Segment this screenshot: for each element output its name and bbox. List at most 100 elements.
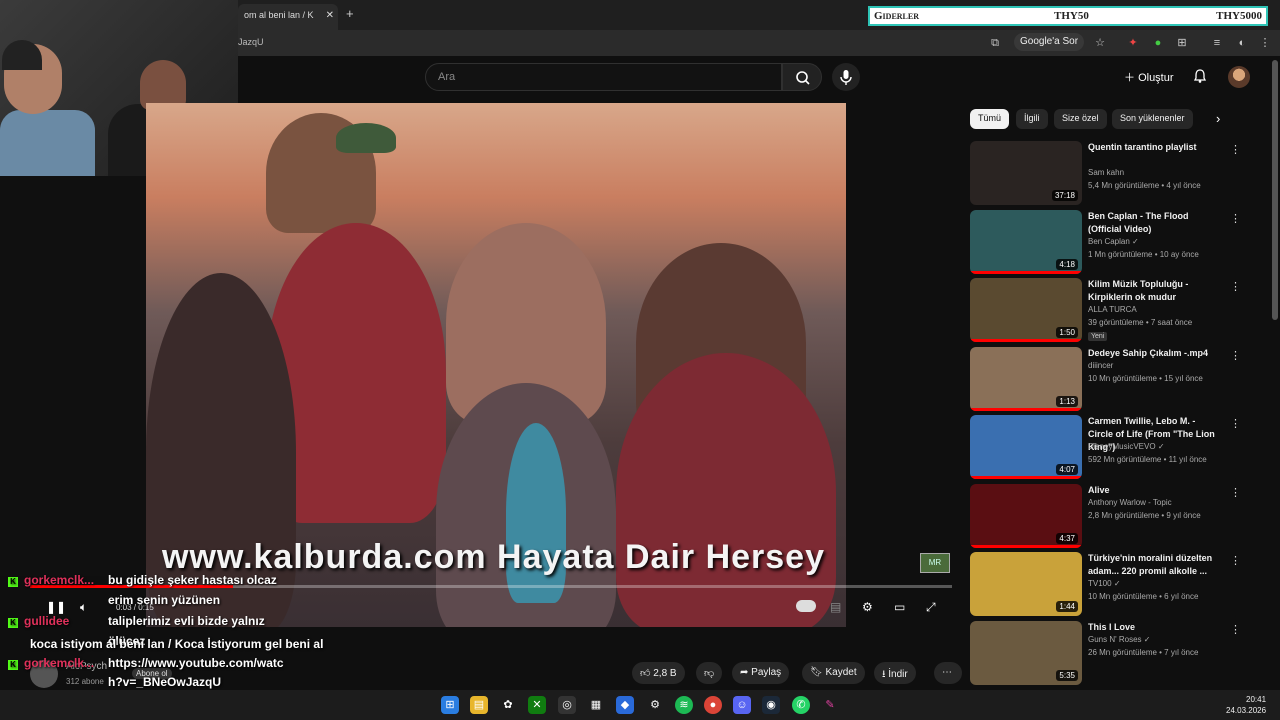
chatgpt-icon[interactable]: ✿	[499, 696, 517, 714]
duration-badge: 4:37	[1056, 532, 1078, 544]
search-input[interactable]: Ara	[425, 63, 782, 91]
watched-bar	[970, 339, 1082, 342]
recommendation-item[interactable]: 1:50 Kilim Müzik Topluluğu - Kirpiklerin …	[970, 278, 1266, 342]
recommendation-item[interactable]: 5:35 This I Love Guns N' Roses ✓ 26 Mn görü…	[970, 620, 1266, 685]
recommendation-title[interactable]: Kilim Müzik Topluluğu - Kirpiklerin ok m…	[1088, 278, 1222, 304]
save-button[interactable]: 🔖︎ Kaydet	[802, 662, 865, 684]
steam-icon[interactable]: ◉	[762, 696, 780, 714]
chip-1[interactable]: İlgili	[1016, 109, 1048, 129]
spotify-icon[interactable]: ≋	[675, 696, 693, 714]
video-thumbnail[interactable]: 4:07	[970, 415, 1082, 479]
recommendation-item[interactable]: 1:44 Türkiye'nin moralini düzelten adam..…	[970, 552, 1266, 616]
recommendation-title[interactable]: Ben Caplan - The Flood (Official Video)	[1088, 210, 1222, 236]
thumbs-up-icon: 👍︎	[640, 668, 654, 679]
chat-message: h?v=_BNeOwJazqU	[108, 675, 221, 689]
recommendation-channel[interactable]: DisneyMusicVEVO ✓	[1088, 442, 1165, 451]
puzzle-icon[interactable]: ⊞	[1175, 36, 1189, 50]
channel-watermark-logo[interactable]: MR	[920, 553, 950, 573]
google-ask-button[interactable]: Google'a Sor	[1014, 33, 1085, 51]
video-thumbnail[interactable]: 4:18	[970, 209, 1082, 274]
discord-icon[interactable]: ☺	[733, 696, 751, 714]
more-vert-icon[interactable]: ⋮	[1230, 486, 1241, 499]
app-icon[interactable]: ✎	[821, 696, 839, 714]
recommendation-item[interactable]: 4:37 Alive Anthony Warlow - Topic 2,8 Mn gö…	[970, 483, 1266, 548]
recommendation-channel[interactable]: Guns N' Roses ✓	[1088, 635, 1150, 644]
recommendation-title[interactable]: Türkiye'nin moralini düzelten adam... 22…	[1088, 552, 1222, 578]
recommendation-title[interactable]: This I Love	[1088, 621, 1222, 634]
menu-icon[interactable]: ⋮	[1258, 36, 1272, 50]
theater-icon[interactable]: ▭	[894, 600, 905, 614]
create-button[interactable]: ＋ Oluştur	[1118, 65, 1180, 87]
more-vert-icon[interactable]: ⋮	[1230, 623, 1241, 636]
browser-active-icon[interactable]: ◎	[558, 696, 576, 714]
video-thumbnail[interactable]: 37:18	[970, 141, 1082, 205]
close-icon[interactable]: ✕	[326, 10, 334, 21]
cast-icon[interactable]: ⧉	[988, 36, 1002, 50]
video-thumbnail[interactable]: 1:44	[970, 552, 1082, 616]
recommendation-channel[interactable]: Anthony Warlow - Topic	[1088, 498, 1172, 507]
new-tab-button[interactable]: +	[346, 6, 354, 21]
recommendation-channel[interactable]: Ben Caplan ✓	[1088, 237, 1139, 246]
recommendation-channel[interactable]: Sam kahn	[1088, 168, 1124, 177]
like-button[interactable]: 👍︎ 2,8 B	[632, 662, 685, 684]
chat-message: erim senin yüzünen	[108, 593, 220, 607]
chip-2[interactable]: Size özel	[1054, 109, 1107, 129]
recommendation-channel[interactable]: ALLA TURCA	[1088, 305, 1137, 314]
dislike-button[interactable]: 👎︎	[696, 662, 723, 684]
video-thumbnail[interactable]: 1:50	[970, 278, 1082, 342]
more-vert-icon[interactable]: ⋮	[1230, 143, 1241, 156]
chip-0[interactable]: Tümü	[970, 109, 1010, 129]
video-thumbnail[interactable]: 5:35	[970, 620, 1082, 685]
recommendation-item[interactable]: 4:18 Ben Caplan - The Flood (Official Vid…	[970, 209, 1266, 274]
video-thumbnail[interactable]: 1:13	[970, 346, 1082, 411]
subtitles-icon[interactable]: ▤	[830, 600, 841, 614]
fullscreen-icon[interactable]: ⤢	[926, 600, 936, 615]
video-thumbnail[interactable]: 4:37	[970, 483, 1082, 548]
more-vert-icon[interactable]: ⋮	[1230, 417, 1241, 430]
search-button[interactable]	[782, 63, 822, 91]
file-explorer-icon[interactable]: ▤	[470, 696, 488, 714]
recommendation-title[interactable]: Quentin tarantino playlist	[1088, 141, 1222, 154]
recommendation-item[interactable]: 1:13 Dedeye Sahip Çıkalım -.mp4 diiincer 10…	[970, 346, 1266, 411]
chip-3[interactable]: Son yüklenenler	[1112, 109, 1193, 129]
xbox-icon[interactable]: ✕	[528, 696, 546, 714]
recommendation-title[interactable]: Dedeye Sahip Çıkalım -.mp4	[1088, 347, 1222, 360]
recommendation-item[interactable]: 37:18 Quentin tarantino playlist Sam kahn 5…	[970, 141, 1266, 205]
more-vert-icon[interactable]: ⋮	[1230, 349, 1241, 362]
recommendation-item[interactable]: 4:07 Carmen Twillie, Lebo M. - Circle of …	[970, 415, 1266, 479]
mic-button[interactable]	[832, 63, 860, 91]
settings-app-icon[interactable]: ⚙	[646, 696, 664, 714]
profile-icon[interactable]: ◐	[1235, 36, 1249, 50]
settings-icon[interactable]: ⚙	[862, 600, 873, 614]
more-vert-icon[interactable]: ⋮	[1230, 280, 1241, 293]
windows-start-icon[interactable]: ⊞	[441, 696, 459, 714]
url-text[interactable]: JazqU	[238, 37, 264, 47]
avatar[interactable]	[1228, 66, 1250, 88]
terminal-icon[interactable]: ▦	[587, 696, 605, 714]
recommendation-title[interactable]: Alive	[1088, 484, 1222, 497]
reading-list-icon[interactable]: ≡	[1210, 36, 1224, 50]
notifications-button[interactable]	[1192, 68, 1208, 89]
like-count: 2,8 B	[653, 668, 677, 679]
plus-icon: ＋	[1124, 72, 1139, 84]
pause-icon[interactable]: ❚❚	[46, 600, 66, 614]
browser-tab[interactable]: om al beni lan / K ✕	[238, 4, 338, 30]
more-vert-icon[interactable]: ⋮	[1230, 212, 1241, 225]
chevron-right-icon[interactable]: ›	[1216, 111, 1220, 126]
star-icon[interactable]: ☆	[1093, 36, 1107, 50]
extension-icon[interactable]: ✦	[1126, 36, 1140, 50]
volume-icon[interactable]: 🔈︎	[80, 600, 87, 615]
scrollbar[interactable]	[1272, 60, 1278, 320]
chrome-icon[interactable]: ●	[704, 696, 722, 714]
more-actions-button[interactable]: ⋯	[934, 662, 962, 684]
share-button[interactable]: ➦ Paylaş	[732, 662, 790, 684]
recommendation-channel[interactable]: TV100 ✓	[1088, 579, 1121, 588]
editor-icon[interactable]: ◆	[616, 696, 634, 714]
recommendation-channel[interactable]: diiincer	[1088, 361, 1113, 370]
more-vert-icon[interactable]: ⋮	[1230, 554, 1241, 567]
download-button[interactable]: ⭳ İndir	[874, 662, 916, 684]
verified-icon: ✓	[1113, 579, 1121, 588]
autoplay-toggle[interactable]	[796, 600, 816, 612]
whatsapp-icon[interactable]: ✆	[792, 696, 810, 714]
extension-icon-2[interactable]: ●	[1151, 36, 1165, 50]
